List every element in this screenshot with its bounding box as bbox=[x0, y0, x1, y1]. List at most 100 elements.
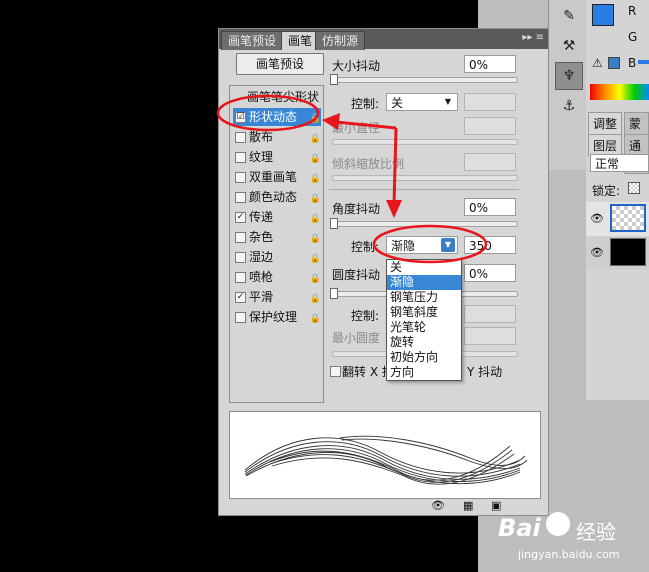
lock-icon[interactable]: 🔒 bbox=[310, 110, 321, 128]
layer-row[interactable]: 👁 bbox=[586, 236, 649, 270]
lock-icon[interactable]: 🔒 bbox=[310, 310, 321, 328]
size-jitter-input[interactable]: 0% bbox=[464, 55, 516, 73]
angle-jitter-slider[interactable] bbox=[332, 221, 518, 227]
spectrum-bar[interactable] bbox=[590, 84, 649, 100]
lock-icon[interactable]: 🔒 bbox=[310, 270, 321, 288]
layer-row[interactable]: 👁 bbox=[586, 202, 649, 237]
lock-icon[interactable]: 🔒 bbox=[310, 130, 321, 148]
brush-presets-button[interactable]: 画笔预设 bbox=[236, 53, 324, 75]
dropdown-option[interactable]: 关 bbox=[387, 260, 461, 275]
watermark-brand-cn: 经验 bbox=[576, 520, 616, 544]
brush-option-item[interactable]: 喷枪 🔒 bbox=[233, 268, 321, 286]
stroke-preview-graphic bbox=[244, 435, 528, 485]
option-checkbox[interactable] bbox=[235, 152, 246, 163]
foreground-color-swatch[interactable] bbox=[592, 4, 614, 26]
lock-icon[interactable]: 🔒 bbox=[310, 150, 321, 168]
brush-option-item[interactable]: ☑ 形状动态 🔒 bbox=[233, 108, 321, 126]
option-checkbox[interactable] bbox=[235, 132, 246, 143]
red-label: R bbox=[628, 4, 637, 18]
brush-option-item[interactable]: 散布 🔒 bbox=[233, 128, 321, 146]
option-checkbox[interactable] bbox=[235, 172, 246, 183]
brush-option-item[interactable]: ✓ 平滑 🔒 bbox=[233, 288, 321, 306]
layer-thumbnail[interactable] bbox=[610, 238, 646, 266]
dropdown-option[interactable]: 旋转 bbox=[387, 335, 461, 350]
brush-panel: 画笔预设 画笔 仿制源 ▸▸ ≡ 画笔预设 画笔笔尖形状 ☑ 形状动态 🔒 散布 🔒 纹理… bbox=[218, 28, 549, 516]
option-checkbox[interactable] bbox=[235, 192, 246, 203]
option-label: 双重画笔 bbox=[249, 170, 298, 184]
tool-presets-icon[interactable]: ⚒ bbox=[555, 32, 583, 60]
angle-jitter-slider-thumb[interactable] bbox=[330, 218, 338, 229]
option-label: 形状动态 bbox=[249, 110, 298, 124]
dropdown-option[interactable]: 钢笔斜度 bbox=[387, 305, 461, 320]
size-jitter-slider-thumb[interactable] bbox=[330, 74, 338, 85]
min-diameter-input bbox=[464, 117, 516, 135]
layer-thumbnail[interactable] bbox=[610, 204, 646, 232]
grid-icon[interactable]: ▦ bbox=[463, 499, 473, 512]
option-label: 颜色动态 bbox=[249, 190, 298, 204]
brush-option-item[interactable]: 湿边 🔒 bbox=[233, 248, 321, 266]
watermark-url: jingyan.baidu.com bbox=[518, 548, 620, 561]
angle-jitter-input[interactable]: 0% bbox=[464, 198, 516, 216]
brush-stroke-preview bbox=[229, 411, 541, 499]
option-checkbox[interactable] bbox=[235, 252, 246, 263]
option-checkbox[interactable] bbox=[235, 272, 246, 283]
dropdown-option[interactable]: 渐隐 bbox=[387, 275, 461, 290]
eye-icon[interactable]: 👁 bbox=[590, 212, 604, 225]
web-safe-swatch[interactable] bbox=[608, 57, 620, 69]
control-label-3: 控制: bbox=[351, 309, 380, 323]
tab-brush-presets[interactable]: 画笔预设 bbox=[221, 31, 284, 50]
clone-source-icon[interactable]: ⚓ bbox=[555, 92, 583, 120]
dropdown-option[interactable]: 方向 bbox=[387, 365, 461, 380]
option-checkbox[interactable] bbox=[235, 232, 246, 243]
lock-icon[interactable]: 🔒 bbox=[310, 170, 321, 188]
panel-menu-icon[interactable]: ▸▸ ≡ bbox=[522, 32, 544, 43]
size-jitter-label: 大小抖动 bbox=[332, 59, 381, 73]
brush-tool-icon[interactable]: ✎ bbox=[555, 2, 583, 30]
angle-fade-steps-input[interactable]: 350 bbox=[464, 236, 516, 254]
lock-icon[interactable]: 🔒 bbox=[310, 290, 321, 308]
lock-icon[interactable]: 🔒 bbox=[310, 210, 321, 228]
dropdown-option[interactable]: 初始方向 bbox=[387, 350, 461, 365]
blend-mode-select[interactable]: 正常 bbox=[590, 154, 649, 172]
size-control-select[interactable]: 关 ▼ bbox=[386, 93, 458, 111]
tab-adjustments[interactable]: 调整 bbox=[588, 112, 623, 135]
size-jitter-slider[interactable] bbox=[332, 77, 518, 83]
option-label: 纹理 bbox=[249, 150, 274, 164]
option-label: 喷枪 bbox=[249, 270, 274, 284]
eye-icon[interactable]: 👁 bbox=[431, 499, 445, 512]
eye-icon[interactable]: 👁 bbox=[590, 246, 604, 259]
brush-option-item[interactable]: 保护纹理 🔒 bbox=[233, 308, 321, 326]
min-roundness-label: 最小圆度 bbox=[332, 331, 381, 345]
brush-tip-shape-item[interactable]: 画笔笔尖形状 bbox=[233, 88, 321, 106]
brush-option-item[interactable]: 颜色动态 🔒 bbox=[233, 188, 321, 206]
lock-transparent-icon[interactable] bbox=[628, 182, 640, 194]
dropdown-option[interactable]: 钢笔压力 bbox=[387, 290, 461, 305]
brush-panel-icon[interactable]: ♆ bbox=[555, 62, 583, 90]
tilt-scale-slider bbox=[332, 175, 518, 181]
blue-slider[interactable] bbox=[638, 60, 649, 64]
brush-option-item[interactable]: ✓ 传递 🔒 bbox=[233, 208, 321, 226]
option-checkbox[interactable]: ☑ bbox=[235, 112, 246, 123]
roundness-fade-steps-input bbox=[464, 305, 516, 323]
green-label: G bbox=[628, 30, 638, 44]
dropdown-option[interactable]: 光笔轮 bbox=[387, 320, 461, 335]
lock-icon[interactable]: 🔒 bbox=[310, 250, 321, 268]
brush-option-item[interactable]: 杂色 🔒 bbox=[233, 228, 321, 246]
roundness-jitter-input[interactable]: 0% bbox=[464, 264, 516, 282]
lock-icon[interactable]: 🔒 bbox=[310, 230, 321, 248]
chevron-down-icon[interactable]: ▼ bbox=[441, 238, 455, 252]
option-checkbox[interactable] bbox=[235, 312, 246, 323]
roundness-jitter-slider-thumb[interactable] bbox=[330, 288, 338, 299]
lock-label: 锁定: bbox=[592, 184, 621, 198]
brush-option-item[interactable]: 双重画笔 🔒 bbox=[233, 168, 321, 186]
tab-clone-source[interactable]: 仿制源 bbox=[315, 31, 366, 50]
angle-control-select[interactable]: 渐隐 ▼ bbox=[386, 236, 458, 254]
option-checkbox[interactable]: ✓ bbox=[235, 292, 246, 303]
brush-option-item[interactable]: 纹理 🔒 bbox=[233, 148, 321, 166]
option-checkbox[interactable]: ✓ bbox=[235, 212, 246, 223]
brush-options-list: 画笔笔尖形状 ☑ 形状动态 🔒 散布 🔒 纹理 🔒 双重画笔 🔒 颜色动态 🔒 ✓ 传递 🔒 杂色 🔒 湿边 🔒 喷… bbox=[229, 85, 324, 403]
tab-brush[interactable]: 画笔 bbox=[281, 31, 320, 50]
flip-x-checkbox[interactable] bbox=[330, 366, 341, 377]
lock-icon[interactable]: 🔒 bbox=[310, 190, 321, 208]
divider bbox=[329, 189, 519, 190]
